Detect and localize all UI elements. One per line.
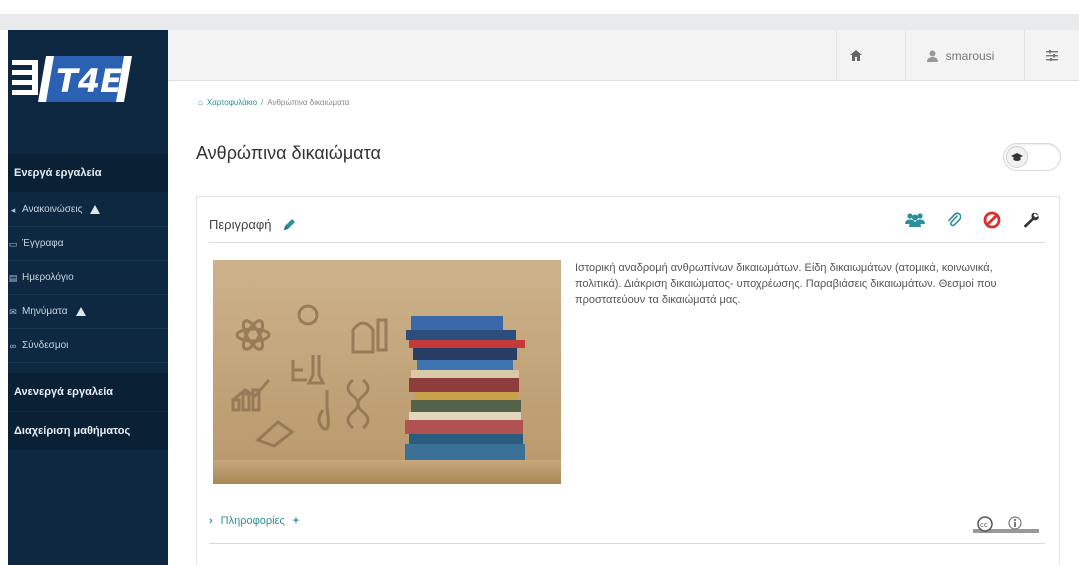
sidebar-item-documents[interactable]: ▭ Έγγραφα bbox=[8, 227, 168, 261]
plus-icon: + bbox=[292, 515, 300, 527]
link-icon: ∞ bbox=[9, 340, 17, 351]
logo-text: T4E bbox=[56, 62, 122, 100]
browser-top-strip bbox=[0, 0, 1079, 30]
user-icon bbox=[926, 50, 938, 62]
panel-heading-label: Περιγραφή bbox=[209, 217, 272, 232]
cc-by-icon: cc bbox=[973, 516, 1039, 533]
chevron-right-icon: › bbox=[209, 515, 213, 527]
student-view-toggle[interactable] bbox=[1003, 143, 1061, 171]
envelope-icon: ✉ bbox=[9, 306, 17, 317]
folder-icon: ▭ bbox=[8, 238, 18, 249]
announcement-icon: ◂ bbox=[10, 204, 16, 215]
sidebar-item-label: Ανακοινώσεις bbox=[22, 203, 83, 215]
sidebar-item-label: Έγγραφα bbox=[22, 237, 64, 249]
license-badge[interactable]: cc bbox=[973, 515, 1039, 535]
panel-tools bbox=[905, 211, 1039, 229]
sidebar-item-messages[interactable]: ✉ Μηνύματα bbox=[8, 295, 168, 329]
wrench-icon[interactable] bbox=[1023, 212, 1039, 228]
sidebar-item-label: Ημερολόγιο bbox=[22, 271, 74, 283]
sidebar-item-label: Σύνδεσμοι bbox=[22, 339, 69, 351]
paperclip-icon[interactable] bbox=[947, 212, 961, 228]
home-button[interactable] bbox=[836, 30, 874, 81]
panel-bottom-divider bbox=[209, 543, 1045, 544]
t4e-logo[interactable]: T4E bbox=[8, 30, 168, 154]
sidebar: T4E Ενεργά εργαλεία ◂ Ανακοινώσεις ▭ Έγγ… bbox=[8, 30, 168, 565]
sidebar-item-calendar[interactable]: ▤ Ημερολόγιο bbox=[8, 261, 168, 295]
warning-icon bbox=[90, 205, 101, 214]
breadcrumb-home-icon: ⌂ bbox=[198, 98, 203, 107]
top-gray-bar bbox=[0, 14, 1079, 30]
info-toggle[interactable]: › Πληροφορίες + bbox=[209, 515, 299, 527]
sidebar-item-links[interactable]: ∞ Σύνδεσμοι bbox=[8, 329, 168, 363]
top-header: smarousi bbox=[168, 30, 1079, 81]
svg-text:cc: cc bbox=[980, 521, 988, 529]
breadcrumb-current: Ανθρώπινα δικαιώματα bbox=[267, 98, 350, 107]
inactive-tools-header[interactable]: Ανενεργά εργαλεία bbox=[8, 373, 168, 411]
page-title: Ανθρώπινα δικαιώματα bbox=[196, 143, 381, 163]
sliders-icon bbox=[1046, 50, 1058, 61]
username: smarousi bbox=[945, 48, 995, 63]
graduation-cap-icon bbox=[1006, 146, 1028, 168]
warning-icon bbox=[75, 307, 86, 316]
panel-heading-divider bbox=[209, 242, 1045, 243]
sidebar-item-label: Μηνύματα bbox=[22, 305, 68, 317]
course-description: Ιστορική αναδρομή ανθρωπίνων δικαιωμάτων… bbox=[575, 262, 997, 306]
home-icon bbox=[849, 50, 862, 61]
breadcrumb: ⌂ Χαρτοφυλάκιο / Ανθρώπινα δικαιώματα bbox=[198, 98, 349, 107]
calendar-icon: ▤ bbox=[8, 272, 18, 283]
info-label: Πληροφορίες bbox=[220, 515, 285, 527]
panel-heading: Περιγραφή bbox=[209, 217, 296, 232]
sidebar-item-announcements[interactable]: ◂ Ανακοινώσεις bbox=[8, 193, 168, 227]
ban-icon[interactable] bbox=[983, 211, 1001, 229]
course-image bbox=[213, 260, 561, 484]
description-panel: Περιγραφή Ιστορική αναδρομή ανθρωπίνων δ… bbox=[196, 196, 1060, 565]
settings-button[interactable] bbox=[1024, 30, 1079, 81]
active-tools-header: Ενεργά εργαλεία bbox=[8, 154, 168, 192]
course-admin-header[interactable]: Διαχείριση μαθήματος bbox=[8, 412, 168, 450]
breadcrumb-home-link[interactable]: Χαρτοφυλάκιο bbox=[207, 98, 257, 107]
user-menu[interactable]: smarousi bbox=[905, 30, 1015, 81]
breadcrumb-separator: / bbox=[261, 98, 264, 107]
users-icon[interactable] bbox=[905, 213, 925, 227]
pencil-icon[interactable] bbox=[282, 218, 296, 232]
